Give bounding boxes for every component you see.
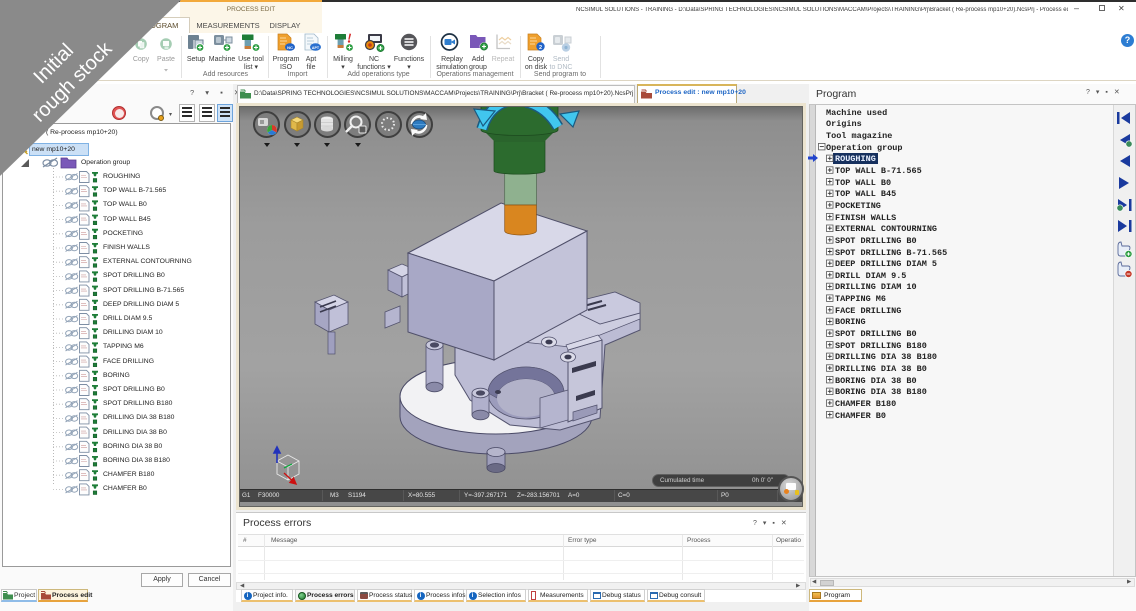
svg-text:2: 2 [539,45,542,51]
svg-text:NC: NC [287,45,293,50]
svg-text:APT: APT [312,46,320,50]
